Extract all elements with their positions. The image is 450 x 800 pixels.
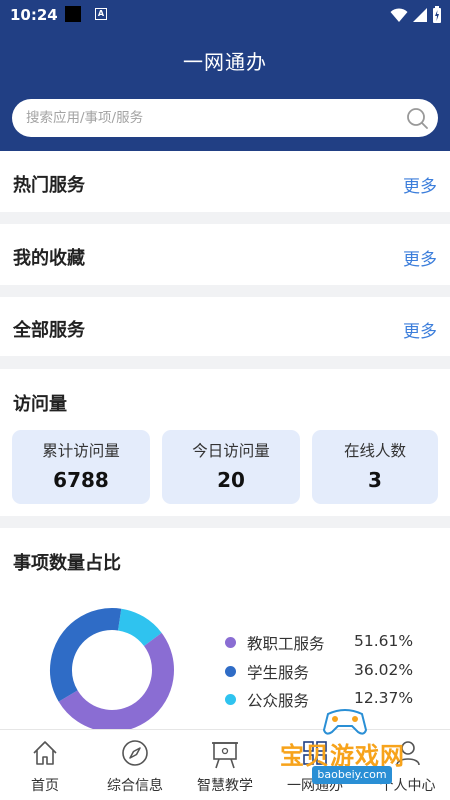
stat-label: 累计访问量 — [42, 442, 120, 460]
tab-info[interactable]: 综合信息 — [100, 730, 170, 800]
gamepad-icon — [322, 709, 368, 735]
legend-item: 学生服务 36.02% — [225, 661, 425, 682]
favorites-title: 我的收藏 — [13, 248, 85, 269]
tab-home[interactable]: 首页 — [10, 730, 80, 800]
page-title: 一网通办 — [183, 50, 267, 74]
legend-label: 教职工服务 — [247, 635, 325, 653]
status-icons — [390, 6, 442, 24]
battery-icon — [433, 6, 441, 23]
status-bar: 10:24 A — [0, 0, 450, 30]
search-bar[interactable] — [12, 99, 438, 137]
legend-item: 教职工服务 51.61% — [225, 632, 425, 653]
donut-chart — [50, 608, 174, 729]
hot-services-title: 热门服务 — [13, 175, 85, 196]
stat-value: 3 — [368, 468, 382, 492]
stat-value: 6788 — [53, 468, 109, 492]
stat-online-users: 在线人数 3 — [312, 430, 438, 504]
watermark: 宝贝游戏网 baobeiy.com — [270, 704, 450, 794]
wifi-icon — [390, 8, 408, 22]
search-input[interactable] — [26, 99, 386, 137]
proportion-title: 事项数量占比 — [13, 553, 121, 574]
stat-value: 20 — [217, 468, 245, 492]
stat-label: 在线人数 — [343, 442, 406, 460]
home-icon — [33, 741, 57, 765]
legend-percent: 36.02% — [354, 661, 414, 679]
tab-label: 智慧教学 — [197, 778, 253, 794]
signal-icon — [413, 8, 427, 22]
compass-icon — [122, 740, 148, 766]
tab-label: 综合信息 — [107, 778, 163, 794]
watermark-url: baobeiy.com — [312, 766, 392, 784]
notification-square-icon — [65, 6, 81, 22]
app-header: 一网通办 — [0, 30, 450, 151]
favorites-more-link[interactable]: 更多 — [403, 245, 437, 270]
all-services-section: 全部服务 更多 — [0, 297, 450, 356]
stat-today-visits: 今日访问量 20 — [162, 430, 300, 504]
stat-total-visits: 累计访问量 6788 — [12, 430, 150, 504]
legend-label: 学生服务 — [247, 664, 310, 682]
all-services-more-link[interactable]: 更多 — [403, 317, 437, 342]
easel-icon — [212, 742, 238, 769]
status-time: 10:24 — [10, 6, 58, 24]
legend-color-dot — [225, 637, 236, 648]
a-notification-icon: A — [95, 8, 107, 20]
legend-percent: 51.61% — [354, 632, 414, 650]
tab-teaching[interactable]: 智慧教学 — [190, 730, 260, 800]
hot-services-section: 热门服务 更多 — [0, 151, 450, 212]
legend-color-dot — [225, 694, 236, 705]
tab-label: 首页 — [31, 778, 59, 794]
stat-label: 今日访问量 — [192, 442, 270, 460]
all-services-title: 全部服务 — [13, 320, 85, 341]
favorites-section: 我的收藏 更多 — [0, 224, 450, 285]
legend-color-dot — [225, 666, 236, 677]
visits-title: 访问量 — [13, 394, 67, 415]
hot-services-more-link[interactable]: 更多 — [403, 172, 437, 197]
search-icon[interactable] — [406, 107, 428, 129]
